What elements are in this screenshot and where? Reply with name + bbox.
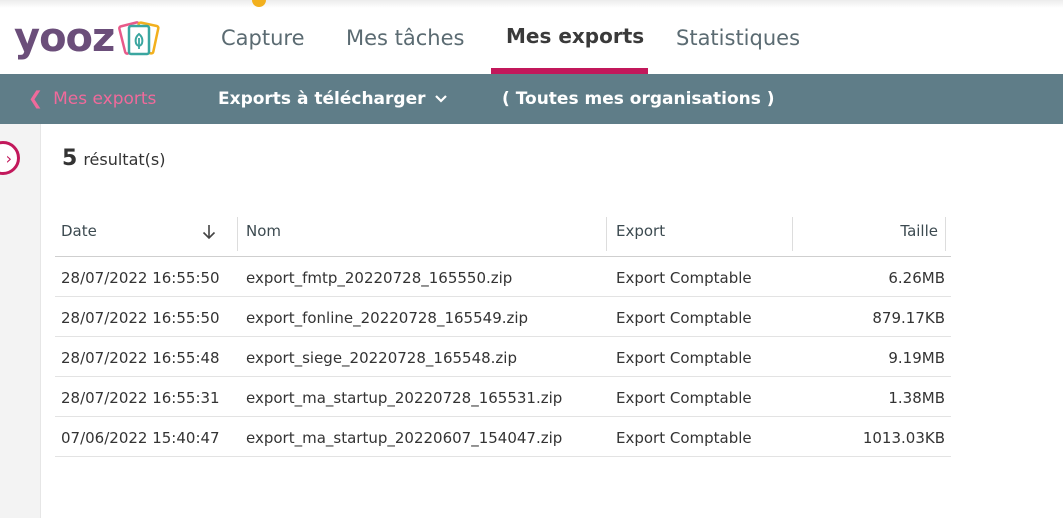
column-header-nom[interactable]: Nom <box>246 222 281 240</box>
dropdown-label: Exports à télécharger <box>218 89 426 109</box>
column-header-taille[interactable]: Taille <box>900 222 938 240</box>
cell-export: Export Comptable <box>616 309 752 327</box>
results-label: résultat(s) <box>83 150 166 169</box>
yooz-logo[interactable]: yooz <box>14 18 160 58</box>
table-row[interactable]: 28/07/2022 16:55:50 export_fonline_20220… <box>55 297 951 337</box>
sub-toolbar: ❮ Mes exports Exports à télécharger ( To… <box>0 74 1063 124</box>
column-header-date[interactable]: Date <box>61 222 97 240</box>
top-navigation: yooz Capture Mes tâches Mes exports Stat… <box>0 0 1063 74</box>
results-summary: 5 résultat(s) <box>62 146 165 171</box>
cell-date: 28/07/2022 16:55:31 <box>61 389 220 407</box>
results-count: 5 <box>62 146 78 171</box>
exports-table: Date Nom Export Taille 28/07/2022 16:55:… <box>55 212 951 457</box>
cell-nom[interactable]: export_fonline_20220728_165549.zip <box>246 309 528 327</box>
cell-export: Export Comptable <box>616 269 752 287</box>
cell-taille: 1.38MB <box>888 389 945 407</box>
top-shadow <box>0 0 1063 8</box>
cards-logo-icon <box>118 21 160 56</box>
column-divider[interactable] <box>237 217 238 251</box>
cell-taille: 879.17KB <box>872 309 945 327</box>
table-header: Date Nom Export Taille <box>55 212 951 257</box>
cell-taille: 9.19MB <box>888 349 945 367</box>
logo-text: yooz <box>14 15 115 61</box>
cell-date: 28/07/2022 16:55:50 <box>61 269 220 287</box>
tab-statistiques[interactable]: Statistiques <box>676 26 800 74</box>
cell-date: 28/07/2022 16:55:50 <box>61 309 220 327</box>
chevron-left-icon: ❮ <box>28 88 44 109</box>
column-divider[interactable] <box>606 217 607 251</box>
chevron-right-icon: › <box>5 148 12 168</box>
table-row[interactable]: 07/06/2022 15:40:47 export_ma_startup_20… <box>55 417 951 457</box>
cell-date: 28/07/2022 16:55:48 <box>61 349 220 367</box>
cell-nom[interactable]: export_ma_startup_20220728_165531.zip <box>246 389 562 407</box>
back-label: Mes exports <box>53 88 157 109</box>
cell-taille: 6.26MB <box>888 269 945 287</box>
column-divider[interactable] <box>792 217 793 251</box>
cell-nom[interactable]: export_siege_20220728_165548.zip <box>246 349 517 367</box>
chevron-down-icon <box>434 95 447 103</box>
left-rail <box>0 124 41 518</box>
column-header-export[interactable]: Export <box>616 222 665 240</box>
cell-taille: 1013.03KB <box>862 429 945 447</box>
arrow-down-icon[interactable] <box>202 224 216 240</box>
cell-export: Export Comptable <box>616 349 752 367</box>
cell-date: 07/06/2022 15:40:47 <box>61 429 220 447</box>
tab-mes-exports[interactable]: Mes exports <box>506 24 644 72</box>
cell-nom[interactable]: export_fmtp_20220728_165550.zip <box>246 269 512 287</box>
cell-nom[interactable]: export_ma_startup_20220607_154047.zip <box>246 429 562 447</box>
table-row[interactable]: 28/07/2022 16:55:48 export_siege_2022072… <box>55 337 951 377</box>
cell-export: Export Comptable <box>616 389 752 407</box>
back-link[interactable]: ❮ Mes exports <box>28 88 156 109</box>
table-row[interactable]: 28/07/2022 16:55:31 export_ma_startup_20… <box>55 377 951 417</box>
table-row[interactable]: 28/07/2022 16:55:50 export_fmtp_20220728… <box>55 257 951 297</box>
exports-dropdown[interactable]: Exports à télécharger <box>218 89 448 109</box>
column-divider[interactable] <box>945 217 946 251</box>
cell-export: Export Comptable <box>616 429 752 447</box>
tab-capture[interactable]: Capture <box>221 26 305 74</box>
organisation-filter[interactable]: ( Toutes mes organisations ) <box>502 89 775 109</box>
tab-mes-taches[interactable]: Mes tâches <box>346 26 464 74</box>
